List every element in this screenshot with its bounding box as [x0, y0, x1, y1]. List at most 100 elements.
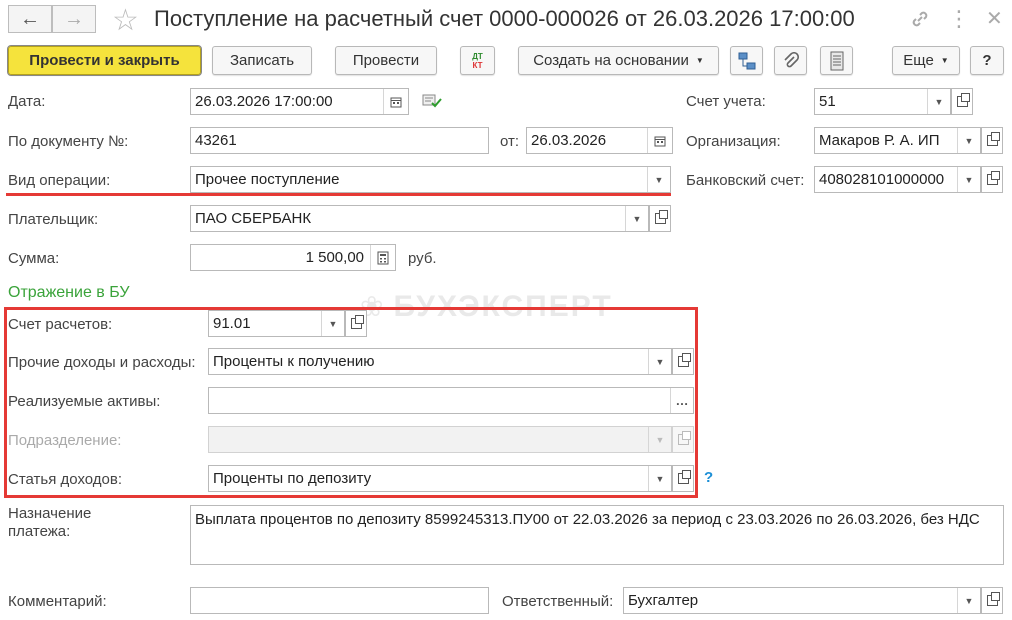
ellipsis-icon[interactable]: … [670, 388, 693, 413]
post-button[interactable]: Провести [335, 46, 437, 75]
favorite-star-icon[interactable]: ☆ [112, 3, 139, 38]
settlement-account-open-button[interactable] [345, 310, 367, 337]
hierarchy-icon [738, 52, 755, 69]
responsible-select[interactable]: Бухгалтер ▼ [623, 587, 981, 614]
date-value: 26.03.2026 17:00:00 [195, 93, 333, 110]
report-button[interactable] [820, 46, 853, 75]
chevron-down-icon: ▼ [695, 56, 704, 65]
arrow-left-icon: ← [20, 7, 40, 30]
operation-type-value: Прочее поступление [195, 171, 340, 188]
account-value: 51 [819, 93, 836, 110]
organization-value: Макаров Р. А. ИП [819, 132, 940, 149]
doc-number-value: 43261 [195, 132, 237, 149]
responsible-open-button[interactable] [981, 587, 1003, 614]
more-button[interactable]: Еще ▼ [892, 46, 960, 75]
dt-kt-button[interactable]: ДТ КТ [460, 46, 495, 75]
income-item-label: Статья доходов: [8, 471, 123, 488]
chevron-down-icon[interactable]: ▼ [957, 588, 980, 613]
comment-input[interactable] [190, 587, 489, 614]
income-item-select[interactable]: Проценты по депозиту ▼ [208, 465, 672, 492]
open-window-icon [677, 353, 691, 367]
dt-icon: ДТ [472, 51, 483, 61]
income-item-open-button[interactable] [672, 465, 694, 492]
bank-account-open-button[interactable] [981, 166, 1003, 193]
other-income-select[interactable]: Проценты к получению ▼ [208, 348, 672, 375]
edit-check-icon[interactable] [422, 93, 442, 113]
sold-assets-input[interactable]: … [208, 387, 694, 414]
chevron-down-icon[interactable]: ▼ [927, 89, 950, 114]
chevron-down-icon[interactable]: ▼ [647, 167, 670, 192]
payment-purpose-label-line1: Назначение [8, 505, 92, 522]
help-hint-icon[interactable]: ? [704, 469, 713, 486]
chevron-down-icon[interactable]: ▼ [648, 466, 671, 491]
section-title-bu: Отражение в БУ [8, 284, 130, 301]
payment-purpose-textarea[interactable]: Выплата процентов по депозиту 8599245313… [190, 505, 1004, 565]
forward-button[interactable]: → [52, 5, 96, 33]
open-window-icon [677, 470, 691, 484]
close-icon[interactable]: ✕ [986, 6, 1003, 31]
chevron-down-icon: ▼ [648, 427, 671, 452]
structure-button[interactable] [730, 46, 763, 75]
chevron-down-icon[interactable]: ▼ [957, 128, 980, 153]
chevron-down-icon[interactable]: ▼ [625, 206, 648, 231]
department-open-button [672, 426, 694, 453]
payer-open-button[interactable] [649, 205, 671, 232]
bank-account-select[interactable]: 408028101000000 ▼ [814, 166, 981, 193]
save-button[interactable]: Записать [212, 46, 312, 75]
payer-label: Плательщик: [8, 211, 99, 228]
chevron-down-icon[interactable]: ▼ [648, 349, 671, 374]
payer-select[interactable]: ПАО СБЕРБАНК ▼ [190, 205, 649, 232]
sum-value: 1 500,00 [305, 249, 364, 266]
doc-number-label: По документу №: [8, 133, 129, 150]
link-icon[interactable] [910, 9, 930, 35]
department-select: ▼ [208, 426, 672, 453]
doc-number-input[interactable]: 43261 [190, 127, 489, 154]
settlement-account-select[interactable]: 91.01 ▼ [208, 310, 345, 337]
organization-select[interactable]: Макаров Р. А. ИП ▼ [814, 127, 981, 154]
more-vertical-icon[interactable]: ⋮ [948, 6, 970, 32]
title-bar: ← → ☆ Поступление на расчетный счет 0000… [0, 0, 1012, 40]
sum-input[interactable]: 1 500,00 [190, 244, 396, 271]
create-based-on-label: Создать на основании [533, 52, 689, 69]
operation-type-highlight [6, 193, 671, 196]
settlement-account-value: 91.01 [213, 315, 251, 332]
income-item-value: Проценты по депозиту [213, 470, 372, 487]
operation-type-label: Вид операции: [8, 172, 111, 189]
from-date-value: 26.03.2026 [531, 132, 607, 149]
organization-open-button[interactable] [981, 127, 1003, 154]
attach-button[interactable] [774, 46, 807, 75]
open-window-icon [654, 210, 668, 224]
calendar-icon[interactable] [647, 128, 672, 153]
comment-label: Комментарий: [8, 593, 107, 610]
chevron-down-icon[interactable]: ▼ [957, 167, 980, 192]
bank-account-label: Банковский счет: [686, 172, 805, 189]
chevron-down-icon[interactable]: ▼ [321, 311, 344, 336]
help-button[interactable]: ? [970, 46, 1004, 75]
sum-label: Сумма: [8, 250, 60, 267]
responsible-label: Ответственный: [502, 593, 614, 610]
department-label: Подразделение: [8, 432, 122, 449]
responsible-value: Бухгалтер [628, 592, 699, 609]
post-and-close-button[interactable]: Провести и закрыть [7, 45, 202, 76]
account-open-button[interactable] [951, 88, 973, 115]
kt-icon: КТ [472, 60, 483, 70]
arrow-right-icon: → [64, 7, 84, 30]
from-date-field[interactable]: 26.03.2026 [526, 127, 673, 154]
other-income-value: Проценты к получению [213, 353, 375, 370]
other-income-open-button[interactable] [672, 348, 694, 375]
bank-account-value: 408028101000000 [819, 171, 945, 188]
open-window-icon [956, 93, 970, 107]
from-date-label: от: [500, 133, 520, 150]
more-label: Еще [903, 52, 934, 69]
payer-value: ПАО СБЕРБАНК [195, 210, 312, 227]
calendar-icon[interactable] [383, 89, 408, 114]
open-window-icon [986, 132, 1000, 146]
create-based-on-button[interactable]: Создать на основании ▼ [518, 46, 719, 75]
open-window-icon [350, 315, 364, 329]
calculator-icon[interactable] [370, 245, 395, 270]
date-field[interactable]: 26.03.2026 17:00:00 [190, 88, 409, 115]
account-select[interactable]: 51 ▼ [814, 88, 951, 115]
operation-type-select[interactable]: Прочее поступление ▼ [190, 166, 671, 193]
back-button[interactable]: ← [8, 5, 52, 33]
currency-label: руб. [408, 250, 437, 267]
